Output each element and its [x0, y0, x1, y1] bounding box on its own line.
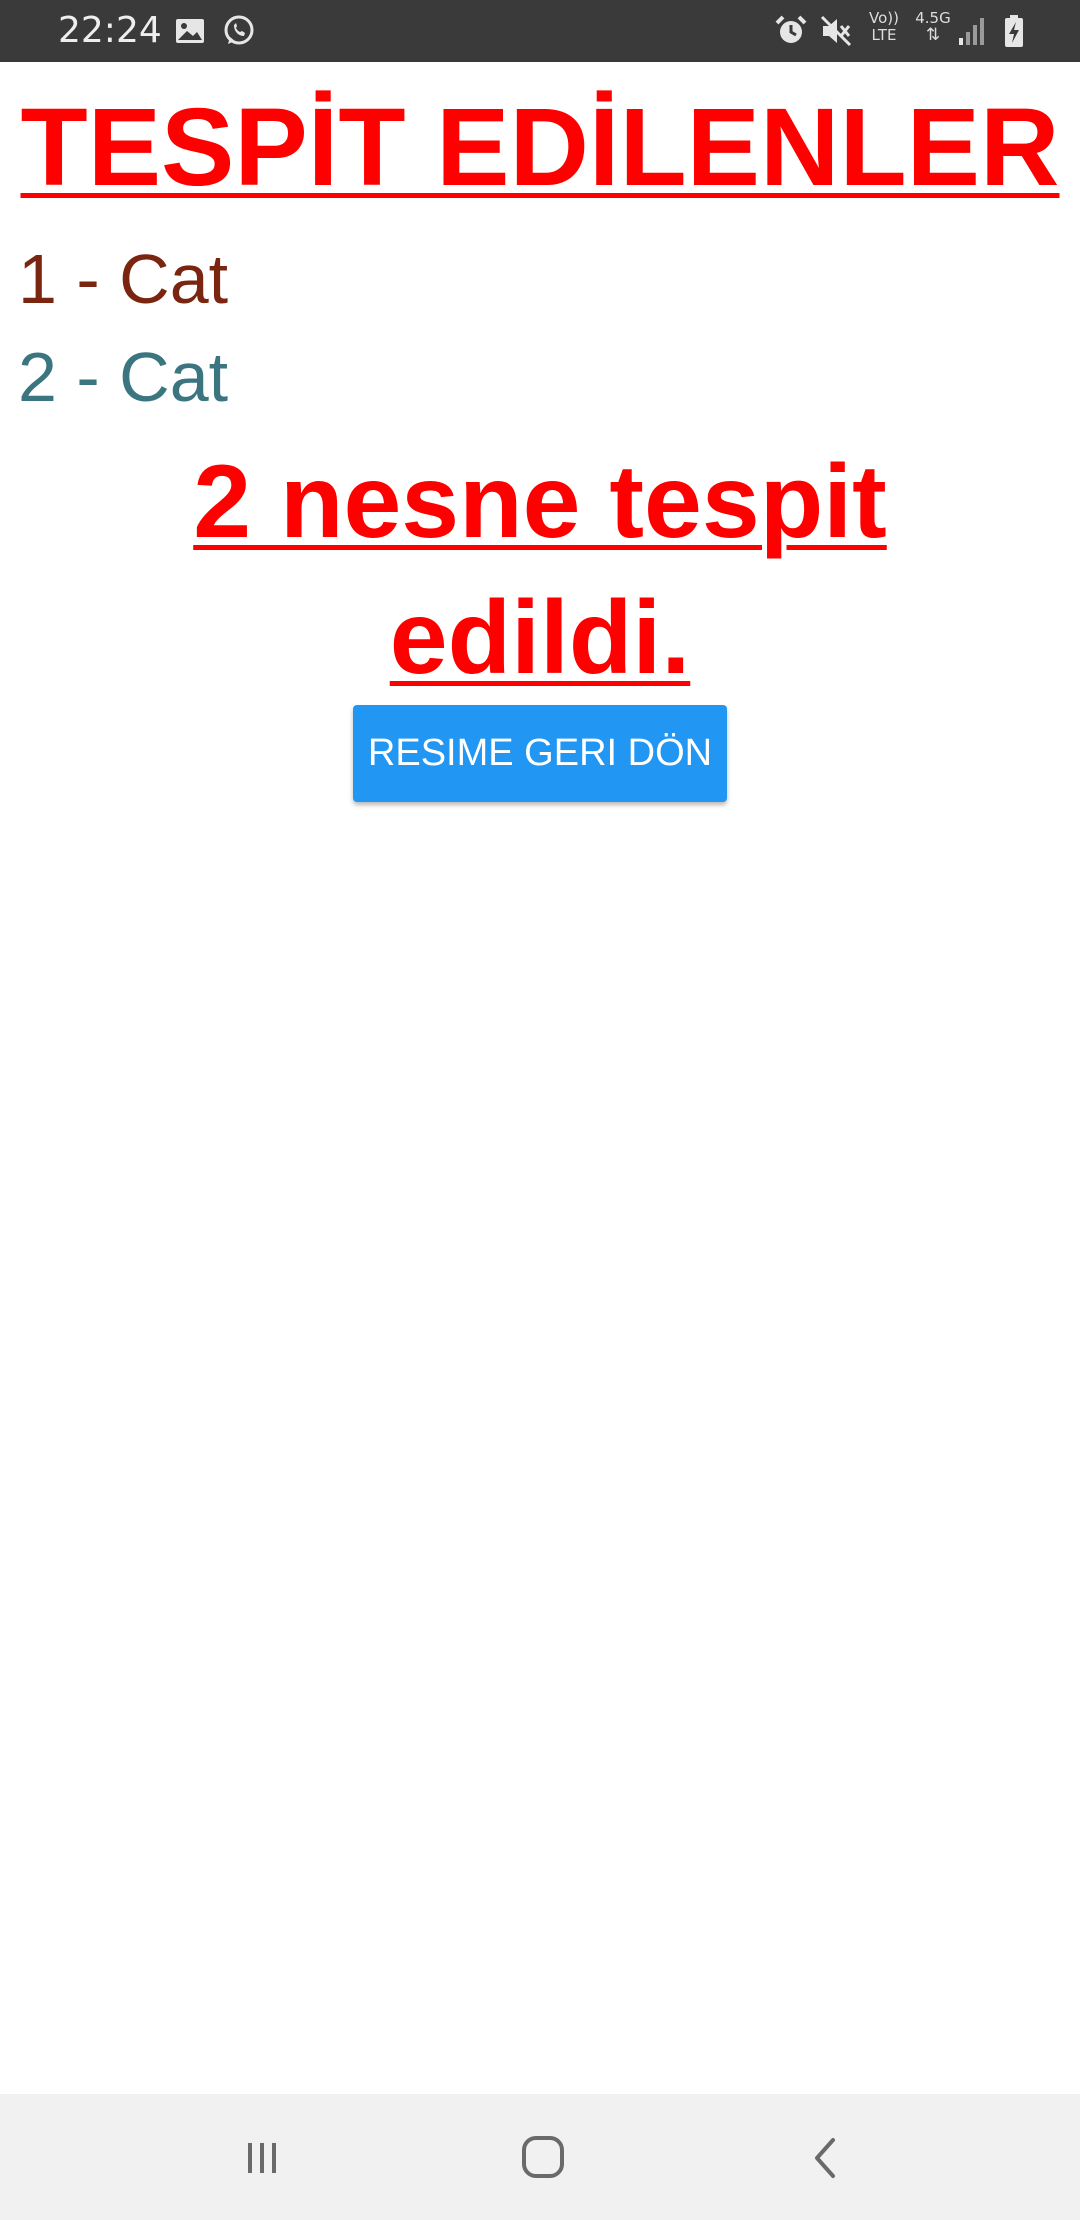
detected-item-1: 1 - Cat [18, 240, 229, 318]
detection-summary: 2 nesne tespit edildi. [193, 444, 887, 696]
mute-icon [818, 13, 854, 49]
navigation-bar [0, 2094, 1080, 2220]
detection-results-screen: TESPİT EDİLENLER 1 - Cat 2 - Cat 2 nesne… [0, 62, 1080, 2094]
volte-icon: Vo)) LTE [864, 10, 904, 44]
status-time: 22:24 [58, 10, 162, 51]
page-title: TESPİT EDİLENLER [20, 86, 1060, 209]
network-4-5g-icon: 4.5G ⇅ [912, 10, 954, 44]
battery-charging-icon [996, 13, 1032, 49]
detected-item-2: 2 - Cat [18, 338, 229, 416]
back-to-image-button[interactable]: RESIME GERI DÖN [353, 705, 727, 802]
back-icon[interactable] [795, 2127, 855, 2187]
whatsapp-icon [221, 13, 257, 49]
home-icon[interactable] [513, 2127, 573, 2187]
gallery-icon [172, 13, 208, 49]
volte-label-bottom: LTE [871, 26, 897, 44]
alarm-icon [773, 13, 809, 49]
signal-icon [955, 13, 991, 49]
recent-apps-icon[interactable] [232, 2127, 292, 2187]
volte-label-top: Vo)) [869, 9, 899, 27]
detected-items-list: 1 - Cat 2 - Cat [18, 230, 1058, 426]
status-bar: 22:24 Vo)) LTE 4.5G ⇅ [0, 0, 1080, 62]
